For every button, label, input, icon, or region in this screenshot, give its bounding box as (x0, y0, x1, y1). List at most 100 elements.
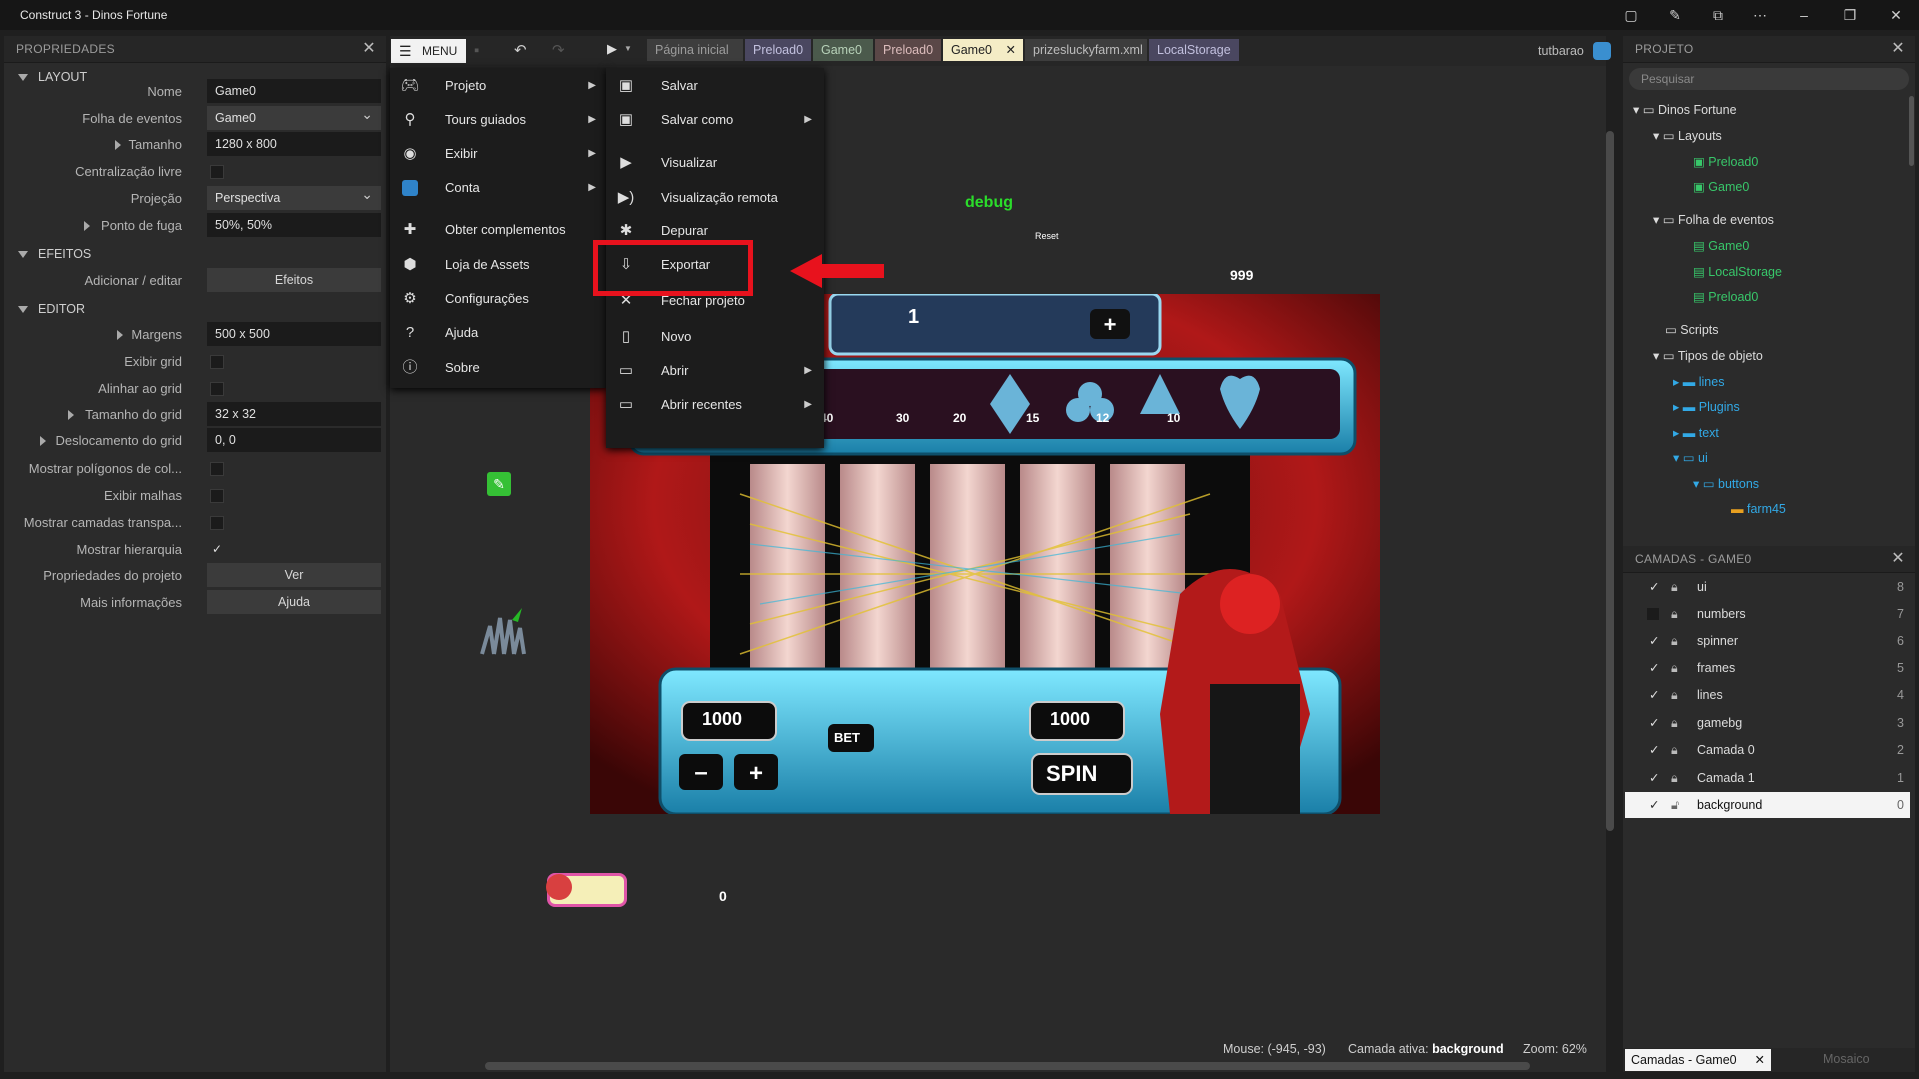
tree-vscroll[interactable] (1909, 96, 1914, 166)
minimize-icon[interactable]: – (1795, 6, 1813, 24)
tree-obj-plugins[interactable]: ▸ ▬ Plugins (1673, 399, 1740, 414)
prop-collision-checkbox[interactable] (210, 462, 224, 476)
layer-row[interactable]: ✓ 🔒︎ frames 5 (1625, 655, 1910, 681)
visible-checkbox[interactable]: ✓ (1649, 765, 1659, 791)
close-icon[interactable]: ✕ (1891, 36, 1905, 62)
menu-item-project[interactable]: 🎮︎ Projeto ▶ (390, 71, 608, 101)
layer-row[interactable]: ✓ 🔒︎ lines 4 (1625, 682, 1910, 708)
tab-localstorage[interactable]: LocalStorage (1149, 39, 1239, 61)
prop-projection-select[interactable]: Perspectiva (207, 182, 381, 210)
tree-farm[interactable]: ▬ farm45 (1731, 502, 1786, 516)
close-icon[interactable]: ✕ (1891, 546, 1905, 572)
horizontal-scrollbar[interactable] (485, 1062, 1530, 1070)
prop-margins-field[interactable]: 500 x 500 (207, 322, 381, 346)
layer-row[interactable]: ✓ 🔒︎ Camada 0 2 (1625, 737, 1910, 763)
visible-checkbox[interactable]: ✓ (1649, 574, 1659, 600)
green-sprite-icon[interactable]: ✎ (487, 472, 511, 496)
menu-item-addons[interactable]: ✚ Obter complementos (390, 215, 608, 245)
menu-item-view[interactable]: ◉ Exibir ▶ (390, 139, 608, 169)
tree-layout-game[interactable]: ▣ Game0 (1693, 179, 1749, 194)
section-layout[interactable]: LAYOUT (4, 70, 87, 84)
view-project-props-button[interactable]: Ver (207, 563, 381, 587)
lock-icon[interactable]: 🔒︎ (1671, 737, 1678, 763)
tree-es-preload[interactable]: ▤ Preload0 (1693, 289, 1758, 304)
prop-showgrid-checkbox[interactable] (210, 355, 224, 369)
tab-game-events[interactable]: Game0 ✕ (943, 39, 1023, 61)
visible-checkbox[interactable]: ✓ (1649, 628, 1659, 654)
prop-translayers-checkbox[interactable] (210, 516, 224, 530)
section-editor[interactable]: EDITOR (4, 302, 85, 316)
section-effects[interactable]: EFEITOS (4, 247, 91, 261)
menu-item-tours[interactable]: ⚲ Tours guiados ▶ (390, 105, 608, 135)
submenu-save-as[interactable]: ▣ Salvar como ▶ (606, 105, 824, 135)
close-icon[interactable]: ✕ (362, 36, 376, 62)
tab-preload-events[interactable]: Preload0 (875, 39, 941, 61)
effects-button[interactable]: Efeitos (207, 268, 381, 292)
lock-icon[interactable]: 🔒︎ (1671, 765, 1678, 791)
prop-meshes-checkbox[interactable] (210, 489, 224, 503)
lock-icon[interactable]: 🔒︎ (1671, 574, 1678, 600)
prop-snapgrid-checkbox[interactable] (210, 382, 224, 396)
submenu-preview[interactable]: ▶ Visualizar (606, 148, 824, 178)
tree-objecttypes[interactable]: ▾ ▭ Tipos de objeto (1653, 348, 1763, 363)
restore-icon[interactable]: ❐ (1841, 6, 1859, 24)
lock-icon[interactable]: 🔒︎ (1671, 655, 1678, 681)
prop-name-field[interactable]: Game0 (207, 79, 381, 103)
prop-vanishing-field[interactable]: 50%, 50% (207, 213, 381, 237)
clipboard-icon[interactable]: ▢ (1622, 6, 1640, 24)
lock-icon[interactable]: 🔓︎ (1671, 792, 1679, 818)
menu-item-assets[interactable]: ⬢ Loja de Assets (390, 250, 608, 280)
tree-obj-ui[interactable]: ▾ ▭ ui (1673, 450, 1708, 465)
more-icon[interactable]: ⋯ (1751, 6, 1769, 24)
tree-eventsheets[interactable]: ▾ ▭ Folha de eventos (1653, 212, 1774, 227)
lock-icon[interactable]: 🔒︎ (1671, 601, 1678, 627)
submenu-open[interactable]: ▭ Abrir ▶ (606, 356, 824, 386)
submenu-open-recent[interactable]: ▭ Abrir recentes ▶ (606, 390, 824, 420)
tree-layouts[interactable]: ▾ ▭ Layouts (1653, 128, 1722, 143)
prop-gridoffset-field[interactable]: 0, 0 (207, 428, 381, 452)
project-search[interactable]: Pesquisar (1629, 68, 1909, 90)
tab-xml[interactable]: prizesluckyfarm.xml (1025, 39, 1147, 61)
menu-item-account[interactable]: Conta ▶ (390, 173, 608, 203)
remote-icon[interactable]: ⧉ (1709, 6, 1727, 24)
tree-obj-text[interactable]: ▸ ▬ text (1673, 425, 1719, 440)
close-tab-icon[interactable]: ✕ (1755, 1049, 1765, 1071)
play-icon[interactable]: ▶ (607, 41, 617, 57)
menu-item-help[interactable]: ? Ajuda (390, 318, 608, 348)
tab-game-layout[interactable]: Game0 (813, 39, 873, 61)
menu-button[interactable]: ☰ MENU (391, 39, 466, 63)
tree-scripts[interactable]: ▭ Scripts (1665, 322, 1719, 337)
avatar[interactable] (1593, 42, 1611, 60)
undo-icon[interactable]: ↶ (514, 41, 527, 59)
visible-checkbox[interactable]: ✓ (1649, 792, 1659, 818)
lock-icon[interactable]: 🔒︎ (1671, 628, 1678, 654)
prop-gridsize-field[interactable]: 32 x 32 (207, 402, 381, 426)
visible-checkbox[interactable]: ✓ (1649, 655, 1659, 681)
edit-icon[interactable]: ✎ (1666, 6, 1684, 24)
save-icon[interactable]: ▪ (474, 42, 479, 59)
visible-checkbox[interactable]: ✓ (1649, 737, 1659, 763)
lock-icon[interactable]: 🔒︎ (1671, 710, 1678, 736)
tree-obj-lines[interactable]: ▸ ▬ lines (1673, 374, 1724, 389)
tree-es-localstorage[interactable]: ▤ LocalStorage (1693, 264, 1782, 279)
visible-checkbox[interactable] (1647, 608, 1659, 620)
prop-unbounded-checkbox[interactable] (210, 165, 224, 179)
submenu-save[interactable]: ▣ Salvar (606, 71, 824, 101)
tab-home[interactable]: Página inicial (647, 39, 743, 61)
visible-checkbox[interactable]: ✓ (1649, 710, 1659, 736)
close-window-icon[interactable]: ✕ (1887, 6, 1905, 24)
tab-layers[interactable]: Camadas - Game0 ✕ (1625, 1049, 1771, 1071)
layer-row[interactable]: ✓ 🔒︎ Camada 1 1 (1625, 765, 1910, 791)
submenu-new[interactable]: ▯ Novo (606, 322, 824, 352)
layer-row[interactable]: ✓ 🔒︎ gamebg 3 (1625, 710, 1910, 736)
layer-row[interactable]: 🔒︎ numbers 7 (1625, 601, 1910, 627)
layer-row[interactable]: ✓ 🔒︎ ui 8 (1625, 574, 1910, 600)
tab-tilemap[interactable]: Mosaico (1823, 1052, 1870, 1066)
spin-button[interactable]: SPIN (1046, 761, 1097, 787)
tree-buttons[interactable]: ▾ ▭ buttons (1693, 476, 1759, 491)
menu-item-about[interactable]: ⓘ Sobre (390, 353, 608, 383)
lock-icon[interactable]: 🔒︎ (1671, 682, 1678, 708)
play-dropdown-icon[interactable]: ▼ (624, 44, 632, 53)
layer-row[interactable]: ✓ 🔒︎ spinner 6 (1625, 628, 1910, 654)
close-tab-icon[interactable]: ✕ (1006, 39, 1016, 61)
